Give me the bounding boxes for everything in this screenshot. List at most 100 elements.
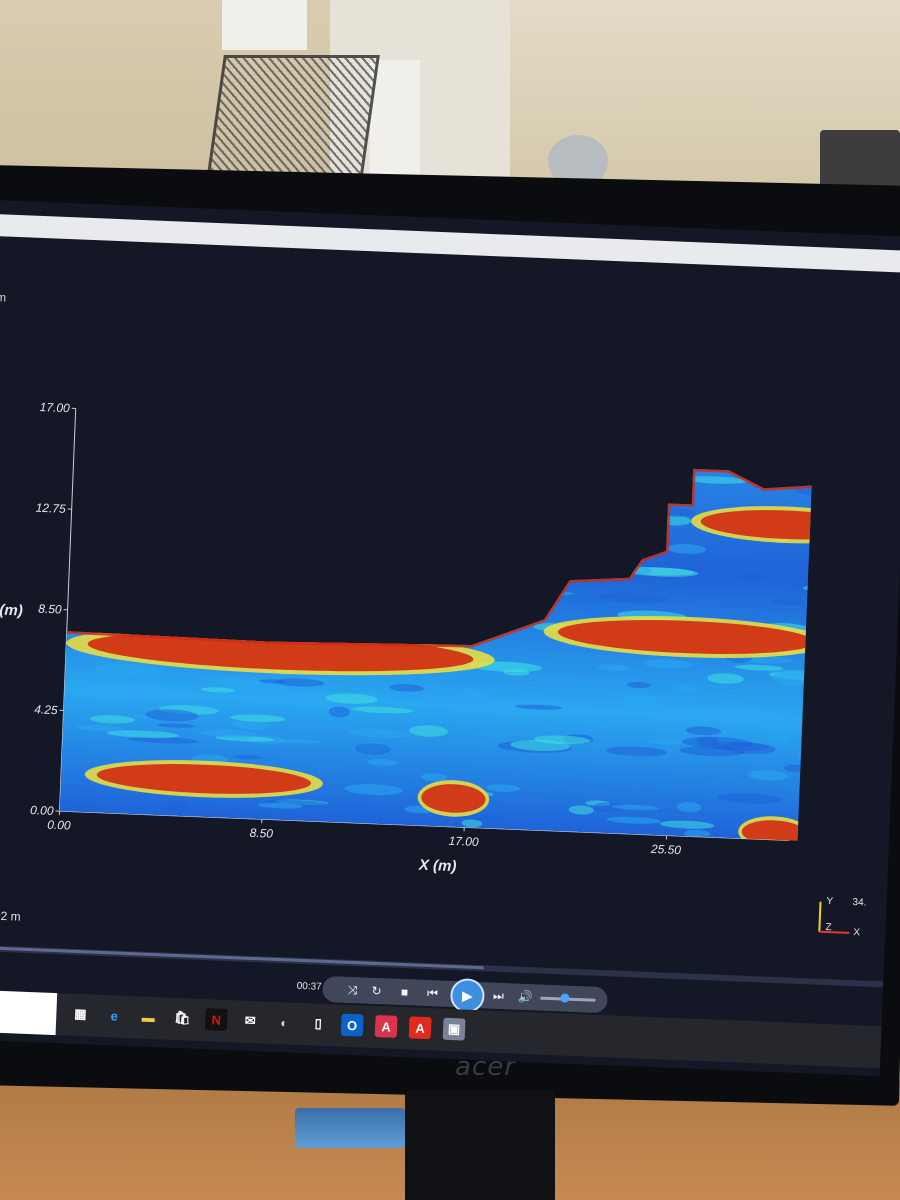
file-explorer-icon[interactable]: ▬ — [137, 1005, 160, 1028]
heatmap-texture — [392, 485, 467, 495]
heatmap-texture — [136, 595, 170, 603]
heatmap-texture — [59, 575, 101, 584]
heatmap-texture — [385, 499, 438, 509]
gpr-heatmap-chart[interactable]: 0.00 4.25 8.50 12.75 17.00 0.00 8.50 17.00 25.50… — [0, 200, 900, 976]
volume-icon[interactable]: 🔊 — [516, 987, 535, 1008]
heatmap-body — [59, 443, 893, 841]
heatmap-texture — [820, 592, 865, 602]
heatmap-texture — [448, 488, 518, 498]
heatmap-texture — [532, 475, 587, 481]
volume-knob[interactable] — [560, 993, 570, 1003]
previous-button[interactable]: ⏮ — [420, 983, 445, 1004]
taskbar-search[interactable] — [0, 989, 58, 1036]
heatmap-texture — [599, 566, 629, 579]
acrobat-icon[interactable]: A — [408, 1016, 432, 1040]
media-time: 00:37 — [296, 980, 322, 993]
task-view-icon[interactable]: ▦ — [69, 1003, 92, 1026]
y-axis-label: Y (m) — [0, 601, 23, 619]
heatmap-texture — [807, 594, 813, 604]
heatmap-texture — [168, 497, 235, 507]
heatmap-texture — [133, 623, 177, 628]
heatmap-texture — [143, 452, 174, 463]
heatmap-texture — [142, 455, 207, 461]
heatmap-texture — [179, 466, 253, 479]
monitor-stand — [405, 1090, 555, 1200]
heatmap-texture — [318, 494, 377, 501]
heatmap-texture — [191, 504, 222, 511]
heatmap-texture — [124, 463, 168, 474]
repeat-button[interactable]: ↻ — [366, 981, 387, 1002]
usb-hub — [295, 1108, 405, 1148]
edge-icon[interactable]: e — [103, 1004, 126, 1027]
heatmap-texture — [855, 571, 879, 582]
heatmap-texture — [854, 477, 880, 487]
axis-z-letter: Z — [825, 921, 832, 934]
shuffle-button[interactable]: ⤨ — [342, 980, 363, 1001]
heatmap-texture — [816, 508, 856, 514]
heatmap-texture — [162, 538, 211, 545]
heatmap-texture — [114, 527, 143, 536]
heatmap-texture — [503, 471, 542, 479]
heatmap-texture — [235, 532, 279, 544]
heatmap-texture — [148, 518, 187, 524]
heatmap-texture — [451, 626, 472, 636]
store-icon[interactable]: 🛍 — [171, 1007, 194, 1030]
heatmap-texture — [871, 483, 893, 490]
heatmap-texture — [126, 598, 147, 608]
heatmap-texture — [175, 569, 202, 576]
cut-label: 34. — [852, 897, 867, 909]
heatmap-texture — [59, 557, 90, 569]
orientation-axes-widget: Y Z X 34. — [811, 893, 873, 945]
heatmap-texture — [480, 540, 506, 552]
heatmap-texture — [482, 612, 509, 625]
cursor-readout: -1.102 m — [0, 907, 21, 924]
stop-button[interactable]: ■ — [394, 982, 415, 1003]
heatmap-texture — [808, 766, 813, 773]
heatmap-texture — [64, 491, 104, 501]
heatmap-texture — [159, 621, 216, 631]
next-button[interactable]: ⏭ — [486, 985, 511, 1006]
heatmap-texture — [137, 494, 159, 505]
heatmap-texture — [278, 577, 312, 588]
heatmap-texture — [815, 530, 852, 537]
posted-notice — [222, 0, 307, 50]
x-tick-label: 25.50 — [650, 842, 682, 857]
mail-icon[interactable]: ✉ — [239, 1010, 262, 1033]
heatmap-texture — [448, 470, 500, 481]
heatmap-texture — [176, 484, 230, 492]
heatmap-texture — [119, 613, 183, 619]
heatmap-texture — [92, 539, 141, 548]
heatmap-texture — [295, 542, 346, 551]
heatmap-texture — [567, 563, 608, 569]
heatmap-texture — [596, 492, 617, 502]
heatmap-texture — [440, 607, 487, 619]
x-tick-label: 0.00 — [47, 818, 71, 833]
app-swirl-icon[interactable]: ◐ — [273, 1011, 296, 1034]
heatmap-texture — [179, 451, 235, 457]
x-tick-label: 17.00 — [448, 834, 479, 849]
heatmap-texture — [797, 751, 813, 760]
heatmap-texture — [59, 618, 90, 627]
heatmap-texture — [469, 475, 511, 481]
outlook-icon[interactable]: O — [340, 1013, 364, 1037]
heatmap-texture — [365, 545, 404, 558]
netflix-icon[interactable]: N — [204, 1008, 228, 1032]
heatmap-texture — [119, 557, 164, 567]
y-tick-label: 8.50 — [38, 602, 62, 617]
heatmap-texture — [413, 464, 482, 477]
heatmap-texture — [281, 452, 327, 463]
document-icon[interactable]: ▯ — [307, 1012, 330, 1035]
heatmap-texture — [335, 526, 374, 536]
access-icon[interactable]: A — [374, 1014, 398, 1038]
x-tick-label: 8.50 — [249, 826, 273, 841]
play-button[interactable]: ▶ — [449, 977, 486, 1014]
heatmap-texture — [806, 767, 813, 773]
heatmap-texture — [549, 507, 584, 516]
heatmap-texture — [186, 470, 256, 477]
heatmap-texture — [629, 473, 664, 479]
photos-icon[interactable]: ▣ — [442, 1017, 466, 1041]
heatmap-texture — [803, 584, 813, 595]
heatmap-texture — [147, 490, 215, 502]
heatmap-texture — [840, 702, 874, 709]
heatmap-fill — [59, 443, 893, 841]
